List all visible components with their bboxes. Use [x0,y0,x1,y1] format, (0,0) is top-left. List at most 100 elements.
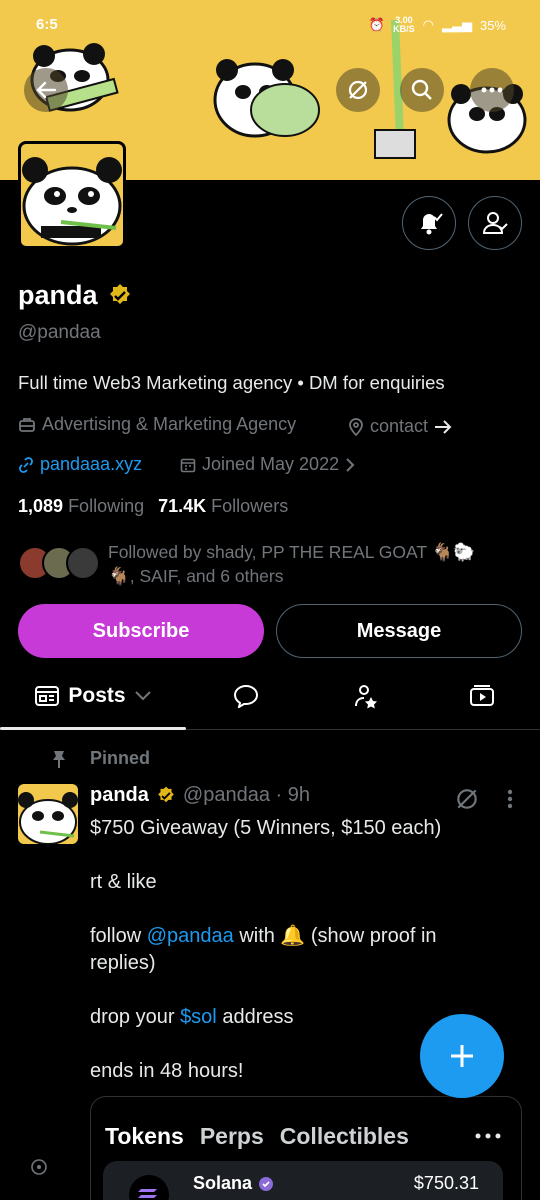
card-tab-perps: Perps [199,1123,264,1149]
battery-text: 35% [479,17,506,33]
notifications-toggle-button[interactable] [402,196,456,250]
followed-by-text: Followed by shady, PP THE REAL GOAT 🐐🐑 🐐… [108,540,518,588]
joined-text: Joined May 2022 [202,454,340,474]
website-text: pandaaa.xyz [40,454,143,474]
calendar-icon [180,458,196,472]
following-label: Following [68,496,145,516]
post-text: with 🔔 (show proof in [239,925,437,947]
contact-text: contact [370,416,429,436]
chevron-right-icon [346,457,355,472]
post-header: panda @pandaa · 9h [90,784,310,807]
profile-avatar[interactable] [18,141,126,249]
followed-by-line-1: Followed by shady, PP THE REAL GOAT 🐐🐑 [108,542,476,562]
post-text-line: rt & like [90,871,157,893]
signal-icon: ▂▃▅ [441,17,472,32]
wifi-icon: ◠ [422,17,434,32]
alarm-icon: ⏰ [368,17,386,32]
tab-replies[interactable] [214,664,278,728]
grok-icon[interactable] [454,786,480,812]
token-name: Solana [193,1173,274,1194]
followers-count: 71.4K [158,496,207,516]
post-text-line: $750 Giveaway (5 Winners, $150 each) [90,817,442,839]
pin-icon [53,750,65,768]
pinned-label-row: Pinned [50,748,150,769]
profile-tabs: Posts [0,664,540,730]
avatar [66,546,100,580]
tab-posts-label: Posts [68,684,126,707]
posts-icon [35,686,60,706]
plus-icon [451,1045,473,1067]
following-button[interactable] [468,196,522,250]
status-time: 6:5 [36,16,58,33]
verified-badge-icon [259,1176,274,1191]
more-icon [481,87,503,93]
compose-post-button[interactable] [420,1014,504,1098]
followers-label: Followers [211,496,289,516]
panda-avatar-art [22,157,122,246]
followed-by-line-2: 🐐, SAIF, and 6 others [108,566,284,586]
tab-posts[interactable]: Posts [0,664,186,728]
cashtag-link[interactable]: $sol [180,1006,217,1028]
followed-by-row[interactable]: Followed by shady, PP THE REAL GOAT 🐐🐑 🐐… [18,540,518,588]
net-speed: 3.00 KB/S [393,16,415,34]
bell-check-icon [421,213,443,235]
verified-badge-icon[interactable] [106,282,134,310]
more-button[interactable] [470,68,514,112]
tab-highlights[interactable] [334,664,398,728]
post-author-avatar[interactable] [18,784,78,844]
followers-you-know-avatars [18,546,108,580]
category-text: Advertising & Marketing Agency [42,414,297,434]
profile-handle: @pandaa [18,322,101,343]
joined-row[interactable]: Joined May 2022 [180,454,355,475]
search-button[interactable] [400,68,444,112]
token-value: $750.31 [413,1173,479,1193]
back-button[interactable] [24,68,68,112]
post-media-card[interactable]: Tokens Perps Collectibles Solana $750.31 [90,1096,522,1200]
reply-bubble-icon [233,684,259,708]
arrow-right-icon [435,419,452,434]
post-more-icon[interactable] [506,788,514,810]
solana-logo-shape [138,1189,157,1198]
following-count: 1,089 [18,496,64,516]
panda-avatar-art [18,792,78,844]
person-check-icon [482,212,508,234]
arrow-left-icon [36,81,57,99]
post-handle-time: @pandaa · 9h [182,784,310,806]
contact-link[interactable]: contact [348,416,452,437]
verified-badge-icon [158,786,174,802]
post-text: follow [90,925,142,947]
grok-icon [348,80,368,100]
mention-link[interactable]: @pandaa [147,925,234,947]
card-tabs: Tokens Perps Collectibles [105,1123,409,1150]
following-stat[interactable]: 1,089 Following [18,496,144,517]
grok-button[interactable] [336,68,380,112]
post-author-name[interactable]: panda [90,784,149,807]
subscribe-button[interactable]: Subscribe [18,604,264,658]
tab-media[interactable] [450,664,514,728]
follow-stats: 1,089 Following 71.4K Followers [18,496,288,517]
token-name-text: Solana [193,1173,253,1193]
status-icons: ⏰ 3.00 KB/S ◠ ▂▃▅ 35% [369,16,506,34]
link-icon [19,456,33,473]
post-text: address [222,1006,294,1028]
search-icon [411,79,432,100]
person-star-icon [355,685,377,709]
accessibility-dot-icon[interactable] [30,1158,48,1176]
category-row: Advertising & Marketing Agency [18,414,296,435]
post-text-paragraph: follow @pandaa with 🔔 (show proof in rep… [90,923,510,977]
profile-bio: Full time Web3 Marketing agency • DM for… [18,372,445,393]
solana-logo-icon [129,1175,169,1200]
post-text: drop your [90,1006,175,1028]
status-bar: 6:5 ⏰ 3.00 KB/S ◠ ▂▃▅ 35% [0,14,540,38]
pinned-text: Pinned [90,748,151,768]
card-more-icon [475,1133,501,1139]
card-tab-collectibles: Collectibles [279,1123,409,1149]
message-button[interactable]: Message [276,604,522,658]
profile-name-text: panda [18,280,98,310]
media-icon [470,685,494,706]
chevron-down-icon [134,691,151,701]
website-link[interactable]: pandaaa.xyz [18,454,142,475]
token-row: Solana $750.31 [103,1161,503,1200]
followers-stat[interactable]: 71.4K Followers [158,496,288,517]
net-speed-unit: KB/S [393,24,415,34]
